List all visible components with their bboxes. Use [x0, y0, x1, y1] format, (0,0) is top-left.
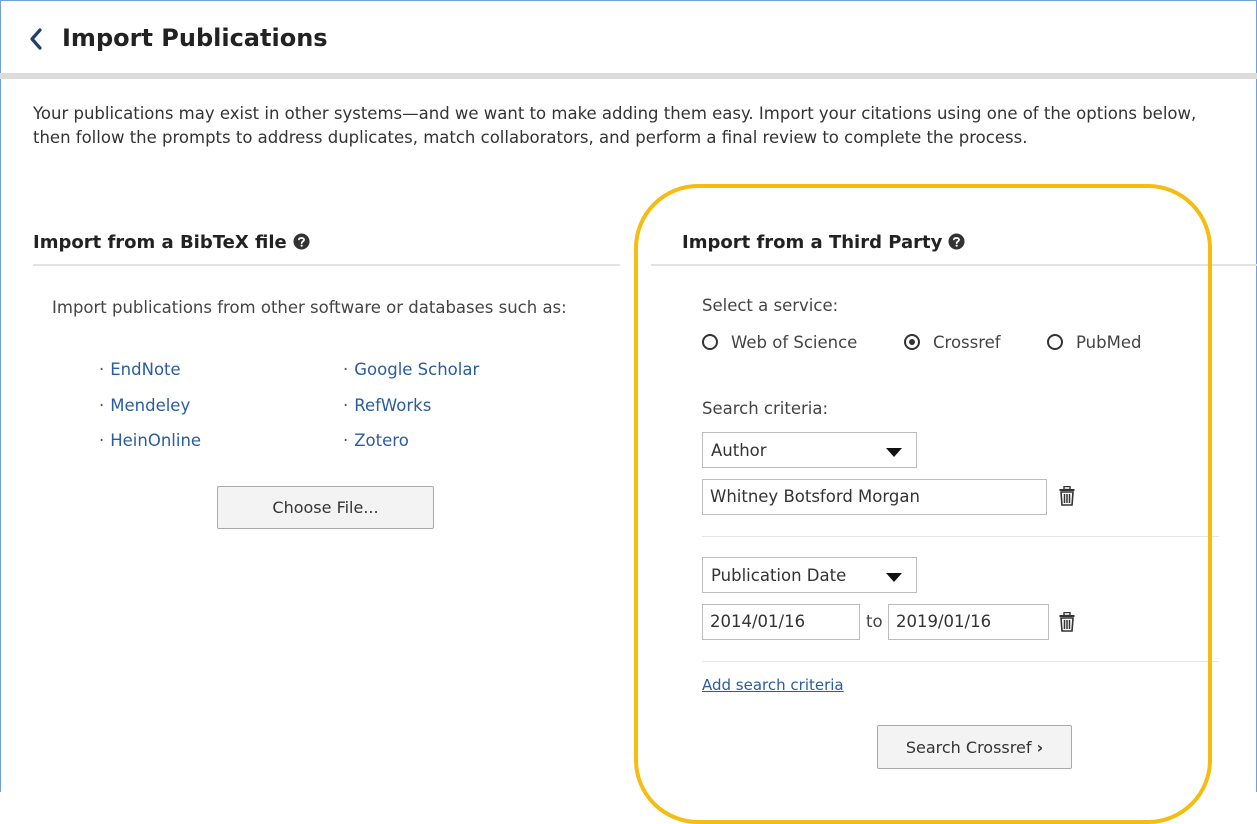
- source-link-endnote[interactable]: · EndNote: [99, 360, 181, 379]
- bibtex-title-text: Import from a BibTeX file: [33, 232, 287, 253]
- highlight-annotation: [634, 184, 1212, 824]
- bibtex-section-title: Import from a BibTeX file: [33, 232, 310, 253]
- page-header: Import Publications: [0, 0, 1257, 79]
- source-link-zotero[interactable]: · Zotero: [343, 431, 409, 450]
- choose-file-button[interactable]: Choose File...: [217, 486, 434, 529]
- help-icon[interactable]: [293, 233, 310, 250]
- source-link-google-scholar[interactable]: · Google Scholar: [343, 360, 479, 379]
- intro-text: Your publications may exist in other sys…: [33, 104, 1197, 147]
- page-title: Import Publications: [62, 24, 328, 52]
- bibtex-description: Import publications from other software …: [52, 298, 567, 317]
- source-link-mendeley[interactable]: · Mendeley: [99, 396, 190, 415]
- source-link-heinonline[interactable]: · HeinOnline: [99, 431, 201, 450]
- bibtex-section-rule: [33, 264, 620, 266]
- chevron-left-icon[interactable]: [28, 27, 44, 51]
- source-link-refworks[interactable]: · RefWorks: [343, 396, 431, 415]
